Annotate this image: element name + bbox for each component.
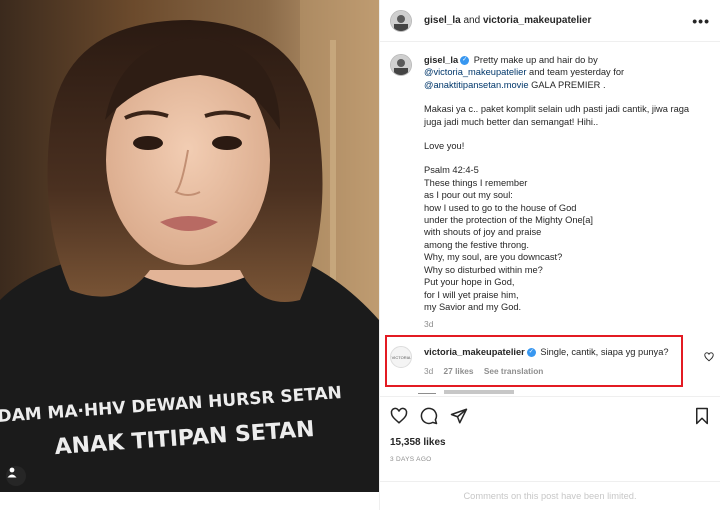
comment-meta: 3d 27 likes See translation [424, 365, 669, 377]
psalm-line: my Savior and my God. [424, 301, 522, 312]
post-header: gisel_la and victoria_makeupatelier ••• [380, 0, 720, 42]
action-icons [380, 397, 720, 425]
caption-paragraph-3: Love you! [424, 141, 465, 152]
caption-mention-2[interactable]: @anaktitipansetan.movie [424, 80, 529, 90]
verified-badge-icon: ✓ [460, 56, 470, 66]
psalm-line: with shouts of joy and praise [424, 227, 542, 238]
header-user1[interactable]: gisel_la [424, 15, 461, 26]
caption-psalm: Psalm 42:4-5 These things I remember as … [424, 164, 694, 313]
heart-icon[interactable] [390, 407, 408, 425]
comment-likes[interactable]: 27 likes [444, 366, 474, 376]
verified-badge-icon: ✓ [526, 348, 536, 358]
comment-icon[interactable] [420, 407, 438, 425]
comment-text: Single, cantik, siapa yg punya? [540, 347, 669, 357]
caption-username[interactable]: gisel_la [424, 55, 458, 65]
post-side-panel: gisel_la and victoria_makeupatelier ••• … [379, 0, 720, 510]
caption-paragraph-2: Makasi ya c.. paket komplit selain udh p… [424, 104, 690, 127]
psalm-line: among the festive throng. [424, 239, 529, 250]
header-avatar[interactable] [390, 9, 412, 32]
psalm-line: Psalm 42:4-5 [424, 165, 479, 176]
comment-item: VICTORIA victoria_makeupatelier ✓ Single,… [390, 346, 720, 377]
tagged-user-icon[interactable] [6, 466, 26, 486]
view-replies-partial[interactable] [418, 390, 528, 394]
caption-text-2: and team yesterday for [529, 67, 625, 78]
psalm-line: Why so disturbed within me? [424, 264, 543, 275]
comments-limited-notice: Comments on this post have been limited. [380, 481, 720, 510]
psalm-line: how I used to go to the house of God [424, 202, 577, 213]
header-usernames: gisel_la and victoria_makeupatelier [424, 15, 591, 26]
psalm-line: Put your hope in God, [424, 277, 515, 288]
comment-time[interactable]: 3d [424, 366, 433, 376]
caption: gisel_la ✓ Pretty make up and hair do by … [380, 42, 720, 331]
psalm-line: as I pour out my soul: [424, 190, 513, 201]
post-date: 3 DAYS AGO [390, 456, 432, 463]
psalm-line: Why, my soul, are you downcast? [424, 252, 563, 263]
caption-text-1: Pretty make up and hair do by [473, 55, 598, 65]
comment-avatar[interactable]: VICTORIA [390, 346, 412, 368]
caption-body: gisel_la ✓ Pretty make up and hair do by … [424, 54, 694, 331]
caption-avatar[interactable] [390, 54, 412, 76]
bookmark-icon[interactable] [694, 407, 710, 425]
likes-count[interactable]: 15,358 likes [380, 425, 720, 448]
portrait-image: DAM MA·HHV DEWAN HURSR SETAN ANAK TITIPA… [0, 0, 379, 510]
more-options-button[interactable]: ••• [692, 13, 710, 29]
caption-time[interactable]: 3d [424, 318, 694, 330]
caption-text-3: GALA PREMIER . [531, 79, 606, 90]
comment-body: victoria_makeupatelier ✓ Single, cantik, … [424, 346, 669, 377]
see-translation-button[interactable]: See translation [484, 366, 543, 376]
comment-like-heart-icon[interactable] [704, 352, 714, 365]
psalm-line: These things I remember [424, 177, 528, 188]
header-and: and [463, 15, 481, 26]
psalm-line: under the protection of the Mighty One[a… [424, 215, 593, 226]
caption-mention-1[interactable]: @victoria_makeupatelier [424, 67, 526, 77]
post-photo[interactable]: DAM MA·HHV DEWAN HURSR SETAN ANAK TITIPA… [0, 0, 379, 510]
comment-username[interactable]: victoria_makeupatelier [424, 347, 525, 357]
header-user2[interactable]: victoria_makeupatelier [483, 15, 591, 26]
share-icon[interactable] [450, 407, 468, 425]
psalm-line: for I will yet praise him, [424, 289, 519, 300]
